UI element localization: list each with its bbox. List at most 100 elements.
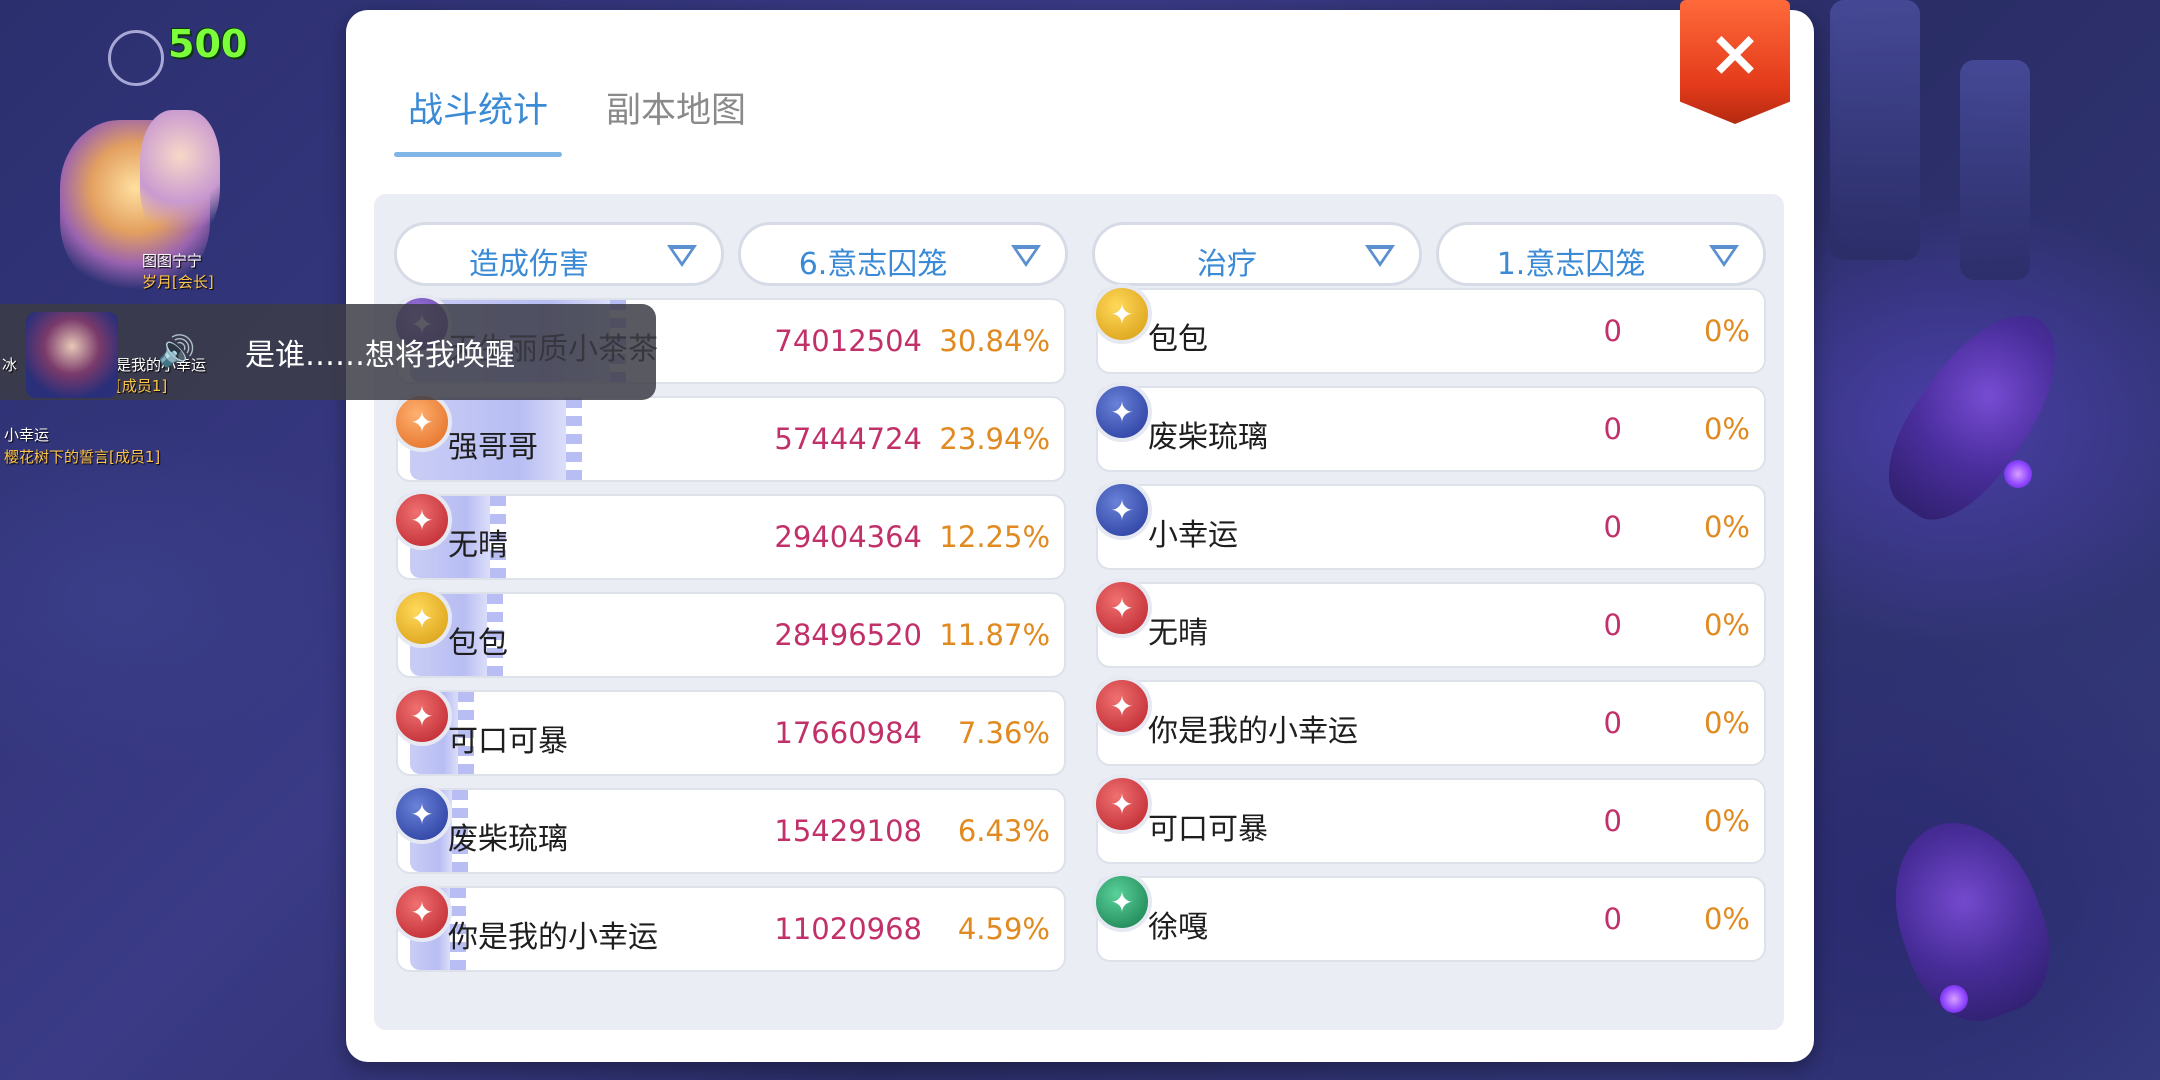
dropdown-label: 造成伤害 (469, 247, 589, 282)
player-name: 可口可暴 (448, 724, 568, 759)
stat-percent: 0% (1703, 314, 1750, 348)
dropdown-label: 6.意志囚笼 (798, 247, 948, 282)
player-name: 可口可暴 (1148, 812, 1268, 847)
stat-percent: 0% (1703, 804, 1750, 838)
stat-percent: 0% (1703, 608, 1750, 642)
ranking-row[interactable]: ✦ 强哥哥 57444724 23.94% (392, 392, 1066, 482)
gold-class-icon: ✦ (392, 588, 452, 648)
scene-crystal (1870, 802, 2070, 1038)
ranking-row[interactable]: ✦ 可口可暴 0 0% (1092, 774, 1766, 864)
player-name: 废柴琉璃 (1148, 420, 1268, 455)
player-name: 小幸运 (1148, 518, 1238, 553)
close-button[interactable]: × (1680, 0, 1790, 124)
scene-pillar (1830, 0, 1920, 260)
ranking-row[interactable]: ✦ 无晴 0 0% (1092, 578, 1766, 668)
stat-percent: 0% (1703, 412, 1750, 446)
chevron-down-icon (667, 245, 697, 267)
stat-value: 0 (1603, 412, 1622, 446)
heal-scope-dropdown[interactable]: 1.意志囚笼 (1436, 222, 1766, 286)
tab-dungeon-map[interactable]: 副本地图 (606, 82, 746, 133)
red-class-icon: ✦ (1092, 774, 1152, 834)
ranking-row[interactable]: ✦ 徐嘎 0 0% (1092, 872, 1766, 962)
stat-value: 0 (1603, 314, 1622, 348)
player-name-tag: 冰 (2, 356, 18, 374)
stat-value: 17660984 (774, 716, 922, 750)
stat-percent: 6.43% (957, 814, 1050, 848)
player-guild-tag: [成员1] (116, 377, 168, 395)
red-class-icon: ✦ (1092, 578, 1152, 638)
stat-value: 0 (1603, 902, 1622, 936)
ranking-row[interactable]: ✦ 包包 0 0% (1092, 284, 1766, 374)
tab-bar: 战斗统计 副本地图 (346, 10, 1814, 175)
player-name: 无晴 (448, 528, 508, 563)
stat-value: 0 (1603, 804, 1622, 838)
chevron-down-icon (1365, 245, 1395, 267)
ranking-row[interactable]: ✦ 废柴琉璃 15429108 6.43% (392, 784, 1066, 874)
red-class-icon: ✦ (1092, 676, 1152, 736)
blue-class-icon: ✦ (392, 784, 452, 844)
score-counter: 500 (168, 22, 248, 66)
player-name-tag: 小幸运 (4, 426, 50, 444)
chevron-down-icon (1011, 245, 1041, 267)
tab-battle-stats[interactable]: 战斗统计 (393, 82, 563, 157)
red-class-icon: ✦ (392, 686, 452, 746)
player-guild-tag: 岁月[会长] (142, 273, 214, 291)
blue-class-icon: ✦ (1092, 480, 1152, 540)
stat-value: 0 (1603, 510, 1622, 544)
orange-class-icon: ✦ (392, 392, 452, 452)
stat-percent: 30.84% (939, 324, 1050, 358)
player-name: 包包 (448, 626, 508, 661)
stat-value: 11020968 (774, 912, 922, 946)
stat-percent: 12.25% (939, 520, 1050, 554)
stat-value: 57444724 (774, 422, 922, 456)
npc-portrait (26, 312, 118, 398)
ranking-row[interactable]: ✦ 无晴 29404364 12.25% (392, 490, 1066, 580)
close-icon: × (1708, 17, 1762, 91)
red-class-icon: ✦ (392, 882, 452, 942)
stat-value: 15429108 (774, 814, 922, 848)
battle-stats-panel: 战斗统计 副本地图 造成伤害 6.意志囚笼 治疗 1.意志囚笼 ✦天生丽质小茶茶… (346, 0, 1814, 1062)
damage-metric-dropdown[interactable]: 造成伤害 (394, 222, 724, 286)
dialog-text: 是谁……想将我唤醒 (245, 338, 515, 373)
damage-scope-dropdown[interactable]: 6.意志囚笼 (738, 222, 1068, 286)
red-class-icon: ✦ (392, 490, 452, 550)
heal-ranking-list[interactable]: ✦ 包包 0 0% ✦ 废柴琉璃 0 0% ✦ 小幸运 0 0% ✦ 无晴 0 0% ✦ 你是我的小幸运 0 0% ✦ 可… (1092, 284, 1766, 974)
stat-percent: 0% (1703, 510, 1750, 544)
ranking-row[interactable]: ✦ 废柴琉璃 0 0% (1092, 382, 1766, 472)
stat-value: 29404364 (774, 520, 922, 554)
stat-percent: 0% (1703, 706, 1750, 740)
party-member-sprite[interactable] (140, 110, 220, 240)
player-guild-tag: 樱花树下的誓言[成员1] (4, 448, 161, 466)
green-class-icon: ✦ (1092, 872, 1152, 932)
player-name: 徐嘎 (1148, 910, 1208, 945)
ranking-row[interactable]: ✦ 可口可暴 17660984 7.36% (392, 686, 1066, 776)
scene-glow (2004, 460, 2032, 488)
ranking-row[interactable]: ✦ 你是我的小幸运 11020968 4.59% (392, 882, 1066, 972)
ranking-row[interactable]: ✦ 小幸运 0 0% (1092, 480, 1766, 570)
player-name: 废柴琉璃 (448, 822, 568, 857)
chevron-down-icon (1709, 245, 1739, 267)
stat-value: 28496520 (774, 618, 922, 652)
stat-value: 0 (1603, 706, 1622, 740)
gold-class-icon: ✦ (1092, 284, 1152, 344)
stat-percent: 0% (1703, 902, 1750, 936)
scene-pillar (1960, 60, 2030, 280)
scene-glow (1940, 985, 1968, 1013)
player-name: 你是我的小幸运 (1148, 714, 1358, 749)
player-name: 你是我的小幸运 (448, 920, 658, 955)
scene-crystal (1863, 289, 2087, 541)
dropdown-label: 治疗 (1197, 247, 1257, 282)
dropdown-label: 1.意志囚笼 (1496, 247, 1646, 282)
stat-percent: 4.59% (957, 912, 1050, 946)
stat-percent: 11.87% (939, 618, 1050, 652)
player-name-tag: 图图宁宁 (142, 252, 203, 270)
stat-value: 74012504 (774, 324, 922, 358)
heal-metric-dropdown[interactable]: 治疗 (1092, 222, 1422, 286)
voice-icon[interactable]: 🔊 (158, 334, 195, 370)
player-name: 包包 (1148, 322, 1208, 357)
ranking-row[interactable]: ✦ 你是我的小幸运 0 0% (1092, 676, 1766, 766)
compass-icon[interactable] (108, 30, 164, 86)
damage-ranking-list[interactable]: ✦天生丽质小茶茶7401250430.84%✦强哥哥5744472423.94%… (392, 294, 1066, 984)
blue-class-icon: ✦ (1092, 382, 1152, 442)
ranking-row[interactable]: ✦ 包包 28496520 11.87% (392, 588, 1066, 678)
